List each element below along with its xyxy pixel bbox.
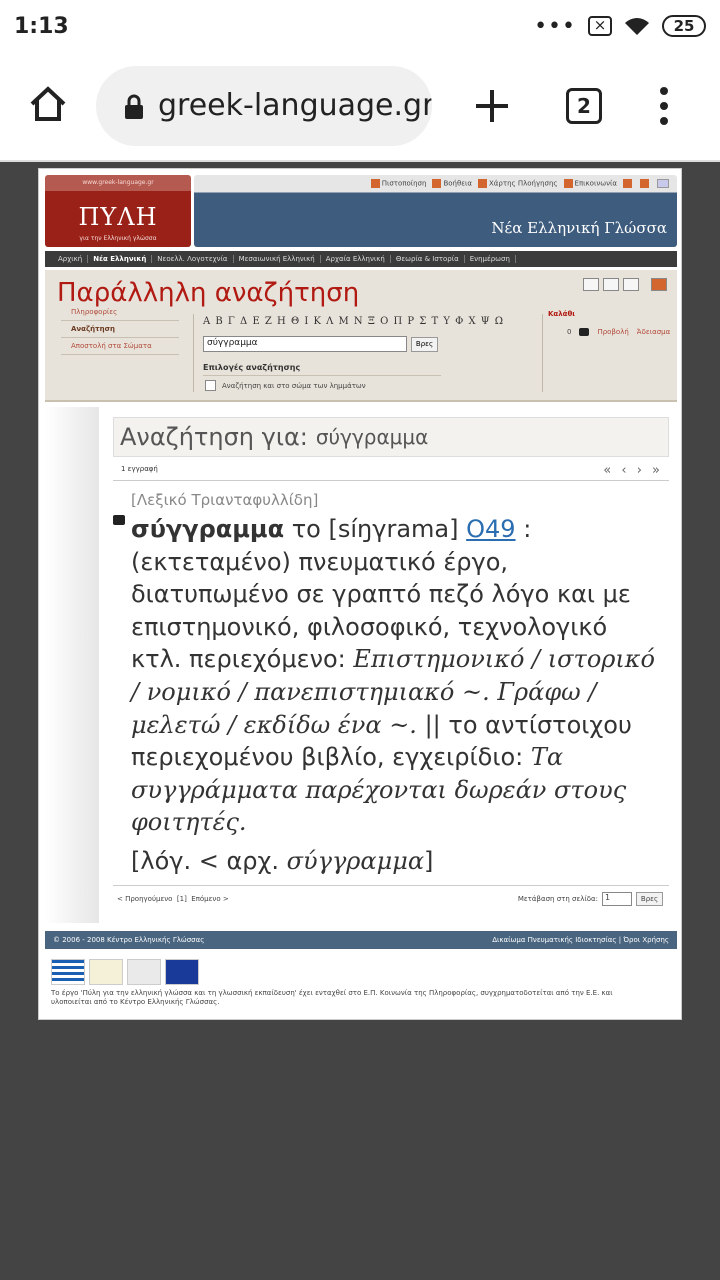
header-link-certification[interactable]: Πιστοποίηση	[370, 179, 426, 188]
logo-tagline: για την Ελληνική γλώσσα	[79, 235, 157, 242]
overflow-menu-icon[interactable]	[656, 86, 672, 126]
results-area: Αναζήτηση για: σύγγραμμα 1 εγγραφή « ‹ ›…	[45, 407, 677, 927]
option-row: Αναζήτηση και στο σώμα των λημμάτων	[205, 380, 366, 391]
inflection-code-link[interactable]: Ο49	[466, 515, 515, 543]
cart-empty-link[interactable]: Άδειασμα	[637, 328, 670, 336]
eu-flag-logo	[165, 959, 199, 985]
cart-title: Καλάθι	[548, 310, 576, 318]
nav-theory[interactable]: Θεωρία & Ιστορία	[391, 255, 465, 263]
url-text: greek-language.gr	[158, 88, 432, 123]
divider	[542, 314, 543, 392]
address-bar[interactable]: greek-language.gr	[96, 66, 432, 146]
menu-item-send[interactable]: Αποστολή στα Σώματα	[61, 338, 179, 355]
menu-item-info[interactable]: Πληροφορίες	[61, 304, 179, 321]
goto-label: Μετάβαση στη σελίδα:	[517, 895, 598, 903]
header-link-contact[interactable]: Επικοινωνία	[563, 179, 617, 188]
nav-modern-greek[interactable]: Νέα Ελληνική	[88, 255, 153, 263]
font-increase-icon[interactable]	[623, 179, 632, 188]
logo-site-url: www.greek-language.gr	[82, 179, 154, 186]
headword: σύγγραμμα	[131, 515, 285, 543]
browser-toolbar: greek-language.gr 2	[0, 52, 720, 162]
help-icon[interactable]	[651, 278, 667, 291]
nav-ancient[interactable]: Αρχαία Ελληνική	[321, 255, 391, 263]
status-time: 1:13	[14, 13, 69, 39]
side-gradient	[45, 407, 99, 923]
add-to-cart-icon[interactable]	[113, 515, 125, 525]
results-heading: Αναζήτηση για: σύγγραμμα	[113, 417, 669, 457]
search-body-checkbox[interactable]	[205, 380, 216, 391]
header-links: Πιστοποίηση Βοήθεια Χάρτης Πλοήγησης Επι…	[370, 179, 669, 188]
search-panel: Παράλληλη αναζήτηση Πληροφορίες Αναζήτησ…	[45, 270, 677, 402]
cart-row: 0 Προβολή Άδειασμα	[567, 328, 670, 336]
results-label: Αναζήτηση για:	[120, 423, 308, 451]
pager-previous[interactable]: < Προηγούμενο	[117, 895, 172, 903]
nav-literature[interactable]: Νεοελλ. Λογοτεχνία	[152, 255, 234, 263]
no-sim-icon: ×	[588, 16, 612, 36]
results-count: 1 εγγραφή	[121, 465, 158, 473]
pager-icons[interactable]: « ‹ › »	[603, 463, 663, 478]
web-page: www.greek-language.gr ΠΥΛΗ για την Ελλην…	[38, 168, 682, 1020]
cart-view-link[interactable]: Προβολή	[597, 328, 628, 336]
view-options	[583, 278, 667, 291]
header-link-help[interactable]: Βοήθεια	[432, 179, 472, 188]
funding-note: Το έργο 'Πύλη για την ελληνική γλώσσα κα…	[51, 989, 613, 1006]
new-tab-icon[interactable]	[474, 88, 510, 124]
greek-flag-logo	[51, 959, 85, 985]
sponsor-logos	[51, 959, 199, 985]
more-notifications-icon: •••	[534, 13, 576, 39]
pronunciation: [síŋγrama]	[328, 515, 459, 543]
results-term: σύγγραμμα	[315, 425, 429, 449]
dictionary-name: [Λεξικό Τριανταφυλλίδη]	[131, 491, 319, 509]
view-compact-icon[interactable]	[623, 278, 639, 291]
font-decrease-icon[interactable]	[640, 179, 649, 188]
logo-brand: ΠΥΛΗ	[78, 203, 158, 231]
english-flag-icon[interactable]	[657, 179, 669, 188]
goto-button[interactable]: Βρες	[636, 892, 663, 906]
view-list-icon[interactable]	[583, 278, 599, 291]
pager-next[interactable]: Επόμενο >	[191, 895, 228, 903]
pager-current: [1]	[176, 895, 187, 903]
goto-page-input[interactable]: 1	[602, 892, 632, 906]
at-logo	[127, 959, 161, 985]
bottom-pager: < Προηγούμενο [1] Επόμενο > Μετάβαση στη…	[113, 885, 669, 913]
cart-count: 0	[567, 328, 572, 336]
alphabet-links[interactable]: Α Β Γ Δ Ε Ζ Η Θ Ι Κ Λ Μ Ν Ξ Ο Π Ρ Σ Τ Υ …	[203, 316, 504, 327]
search-button[interactable]: Βρες	[411, 337, 438, 352]
footer-links[interactable]: Δικαίωμα Πνευματικής Ιδιοκτησίας | Όροι …	[492, 936, 669, 944]
nav-news[interactable]: Ενημέρωση	[465, 255, 516, 263]
options-heading: Επιλογές αναζήτησης	[203, 363, 441, 376]
results-count-row: 1 εγγραφή « ‹ › »	[113, 463, 669, 481]
wifi-icon	[625, 18, 649, 35]
status-bar: 1:13 ••• × 25	[0, 0, 720, 52]
battery-icon: 25	[662, 15, 706, 37]
site-logo[interactable]: www.greek-language.gr ΠΥΛΗ για την Ελλην…	[45, 175, 191, 247]
divider	[193, 314, 194, 392]
header-link-sitemap[interactable]: Χάρτης Πλοήγησης	[478, 179, 558, 188]
side-menu: Πληροφορίες Αναζήτηση Αποστολή στα Σώματ…	[61, 304, 179, 355]
cart-icon	[579, 328, 590, 336]
section-title: Νέα Ελληνική Γλώσσα	[491, 219, 667, 237]
etymology: [λόγ. < αρχ. σύγγραμμα]	[131, 846, 434, 875]
footer-bar: © 2006 - 2008 Κέντρο Ελληνικής Γλώσσας Δ…	[45, 931, 677, 949]
infosoc-logo	[89, 959, 123, 985]
lock-icon	[125, 94, 143, 119]
view-detail-icon[interactable]	[603, 278, 619, 291]
article: το	[291, 515, 321, 543]
nav-medieval[interactable]: Μεσαιωνική Ελληνική	[234, 255, 321, 263]
nav-home[interactable]: Αρχική	[53, 255, 89, 263]
menu-item-search[interactable]: Αναζήτηση	[61, 321, 179, 338]
copyright: © 2006 - 2008 Κέντρο Ελληνικής Γλώσσας	[53, 936, 205, 944]
header-banner: Πιστοποίηση Βοήθεια Χάρτης Πλοήγησης Επι…	[194, 175, 677, 247]
main-nav: Αρχική Νέα Ελληνική Νεοελλ. Λογοτεχνία Μ…	[45, 251, 677, 267]
tab-switcher-button[interactable]: 2	[566, 88, 602, 124]
home-icon[interactable]	[28, 84, 68, 124]
search-body-label: Αναζήτηση και στο σώμα των λημμάτων	[222, 381, 366, 390]
search-input[interactable]: σύγγραμμα	[203, 336, 407, 352]
entry-text: σύγγραμμα το [síŋγrama] Ο49 : (εκτεταμέν…	[131, 513, 661, 878]
